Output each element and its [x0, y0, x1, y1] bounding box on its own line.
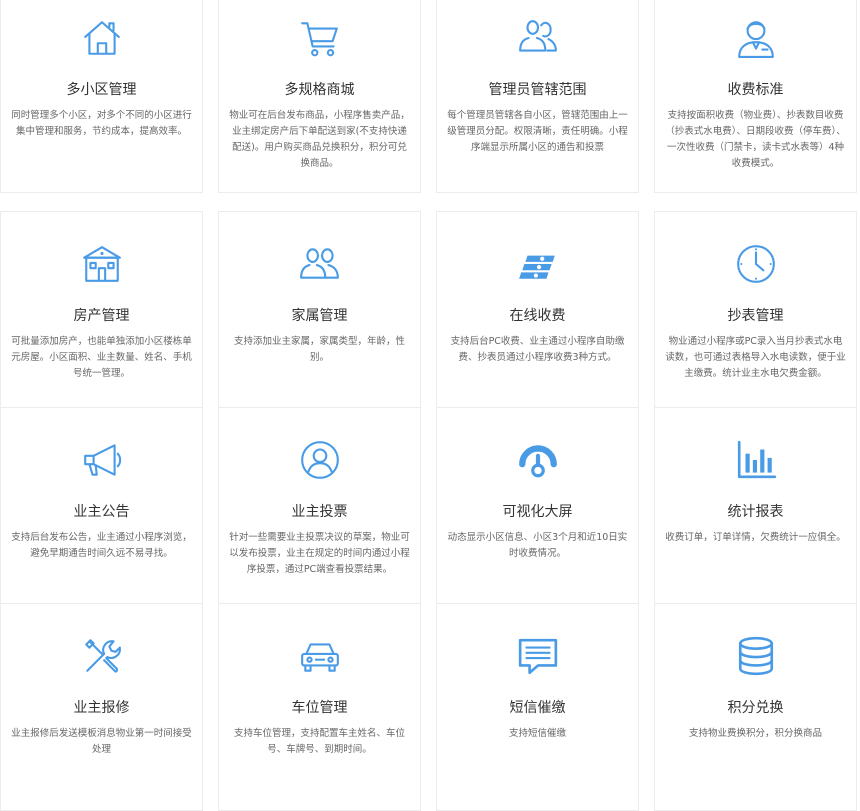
feature-title: 可视化大屏 [502, 504, 573, 520]
money-icon [437, 239, 638, 289]
feature-desc: 支持后台发布公告，业主通过小程序浏览，避免早期通告时间久远不易寻找。 [11, 532, 192, 559]
feature-title: 抄表管理 [727, 308, 784, 324]
feature-desc: 物业通过小程序或PC录入当月抄表式水电读数，也可通过表格导入水电读数，便于业主缴… [665, 336, 846, 379]
feature-title: 管理员管辖范围 [488, 82, 587, 98]
feature-card: 可视化大屏 动态显示小区信息、小区3个月和近10日实时收费情况。 [436, 407, 639, 615]
feature-desc: 支持车位管理，支持配置车主姓名、车位号、车牌号、到期时间。 [233, 728, 405, 755]
feature-title: 在线收费 [509, 308, 566, 324]
users-icon [437, 13, 638, 63]
clock-icon [655, 239, 856, 289]
feature-title: 多小区管理 [66, 82, 137, 98]
feature-card: 抄表管理 物业通过小程序或PC录入当月抄表式水电读数，也可通过表格导入水电读数，… [654, 211, 857, 419]
cart-icon [219, 13, 420, 63]
feature-title: 积分兑换 [727, 700, 784, 716]
feature-desc: 同时管理多个小区，对多个不同的小区进行集中管理和服务，节约成本，提高效率。 [11, 110, 192, 137]
feature-card: 管理员管辖范围 每个管理员管辖各自小区，管辖范围由上一级管理员分配。权限清晰，责… [436, 0, 639, 193]
feature-title: 车位管理 [291, 700, 348, 716]
feature-card: 房产管理 可批量添加房产，也能单独添加小区楼栋单元房屋。小区面积、业主数量、姓名… [0, 211, 203, 419]
feature-title: 业主报修 [73, 700, 130, 716]
feature-title: 家属管理 [291, 308, 348, 324]
gauge-icon [437, 435, 638, 485]
feature-title: 统计报表 [727, 504, 784, 520]
feature-desc: 支持后台PC收费、业主通过小程序自助缴费、抄表员通过小程序收费3种方式。 [450, 336, 625, 363]
feature-desc: 支持按面积收费（物业费）、抄表数目收费（抄表式水电费）、日期段收费（停车费）、一… [665, 110, 846, 169]
bar-chart-icon [655, 435, 856, 485]
feature-title: 业主公告 [73, 504, 130, 520]
feature-title: 业主投票 [291, 504, 348, 520]
feature-desc: 业主报修后发送模板消息物业第一时间接受处理 [11, 728, 192, 755]
car-icon [219, 631, 420, 681]
feature-card: 统计报表 收费订单，订单详情，欠费统计一应俱全。 [654, 407, 857, 615]
feature-desc: 物业可在后台发布商品，小程序售卖产品，业主绑定房产后下单配送到家(不支持快递配送… [229, 110, 410, 169]
feature-card: 短信催缴 支持短信催缴 [436, 603, 639, 811]
person-circle-icon [219, 435, 420, 485]
message-icon [437, 631, 638, 681]
feature-title: 短信催缴 [509, 700, 566, 716]
feature-card: 收费标准 支持按面积收费（物业费）、抄表数目收费（抄表式水电费）、日期段收费（停… [654, 0, 857, 193]
feature-card: 多小区管理 同时管理多个小区，对多个不同的小区进行集中管理和服务，节约成本，提高… [0, 0, 203, 193]
feature-title: 多规格商城 [284, 82, 355, 98]
feature-card: 业主投票 针对一些需要业主投票决议的草案，物业可以发布投票，业主在规定的时间内通… [218, 407, 421, 615]
feature-card: 车位管理 支持车位管理，支持配置车主姓名、车位号、车牌号、到期时间。 [218, 603, 421, 811]
feature-desc: 可批量添加房产，也能单独添加小区楼栋单元房屋。小区面积、业主数量、姓名、手机号统… [11, 336, 192, 379]
feature-desc: 每个管理员管辖各自小区，管辖范围由上一级管理员分配。权限清晰，责任明确。小程序端… [447, 110, 628, 153]
feature-title: 收费标准 [727, 82, 784, 98]
feature-card: 业主公告 支持后台发布公告，业主通过小程序浏览，避免早期通告时间久远不易寻找。 [0, 407, 203, 615]
feature-desc: 支持物业费换积分，积分换商品 [688, 728, 822, 739]
megaphone-icon [1, 435, 202, 485]
database-icon [655, 631, 856, 681]
feature-desc: 支持添加业主家属，家属类型，年龄，性别。 [233, 336, 405, 363]
feature-desc: 动态显示小区信息、小区3个月和近10日实时收费情况。 [447, 532, 628, 559]
family-icon [219, 239, 420, 289]
feature-title: 房产管理 [73, 308, 130, 324]
feature-card: 家属管理 支持添加业主家属，家属类型，年龄，性别。 [218, 211, 421, 419]
feature-desc: 支持短信催缴 [508, 728, 566, 739]
building-icon [1, 239, 202, 289]
feature-desc: 针对一些需要业主投票决议的草案，物业可以发布投票，业主在规定的时间内通过小程序投… [229, 532, 410, 575]
feature-card: 业主报修 业主报修后发送模板消息物业第一时间接受处理 [0, 603, 203, 811]
staff-icon [655, 13, 856, 63]
feature-desc: 收费订单，订单详情，欠费统计一应俱全。 [665, 532, 846, 543]
feature-card: 多规格商城 物业可在后台发布商品，小程序售卖产品，业主绑定房产后下单配送到家(不… [218, 0, 421, 193]
feature-card: 积分兑换 支持物业费换积分，积分换商品 [654, 603, 857, 811]
tools-icon [1, 631, 202, 681]
house-icon [1, 13, 202, 63]
feature-card: 在线收费 支持后台PC收费、业主通过小程序自助缴费、抄表员通过小程序收费3种方式… [436, 211, 639, 419]
